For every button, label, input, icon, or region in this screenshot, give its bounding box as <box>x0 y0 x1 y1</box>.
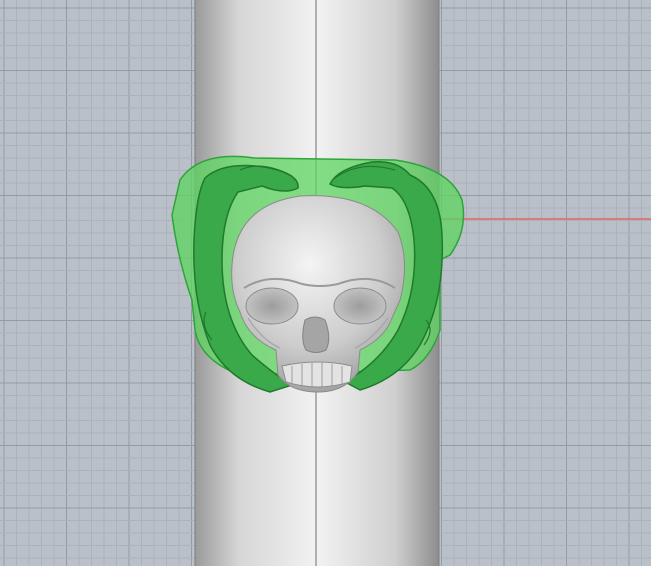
right-eye-socket <box>333 287 387 325</box>
viewport-canvas[interactable] <box>0 0 651 566</box>
left-eye-socket <box>245 287 299 325</box>
modeling-viewport[interactable] <box>0 0 651 566</box>
nasal-cavity <box>302 316 330 353</box>
